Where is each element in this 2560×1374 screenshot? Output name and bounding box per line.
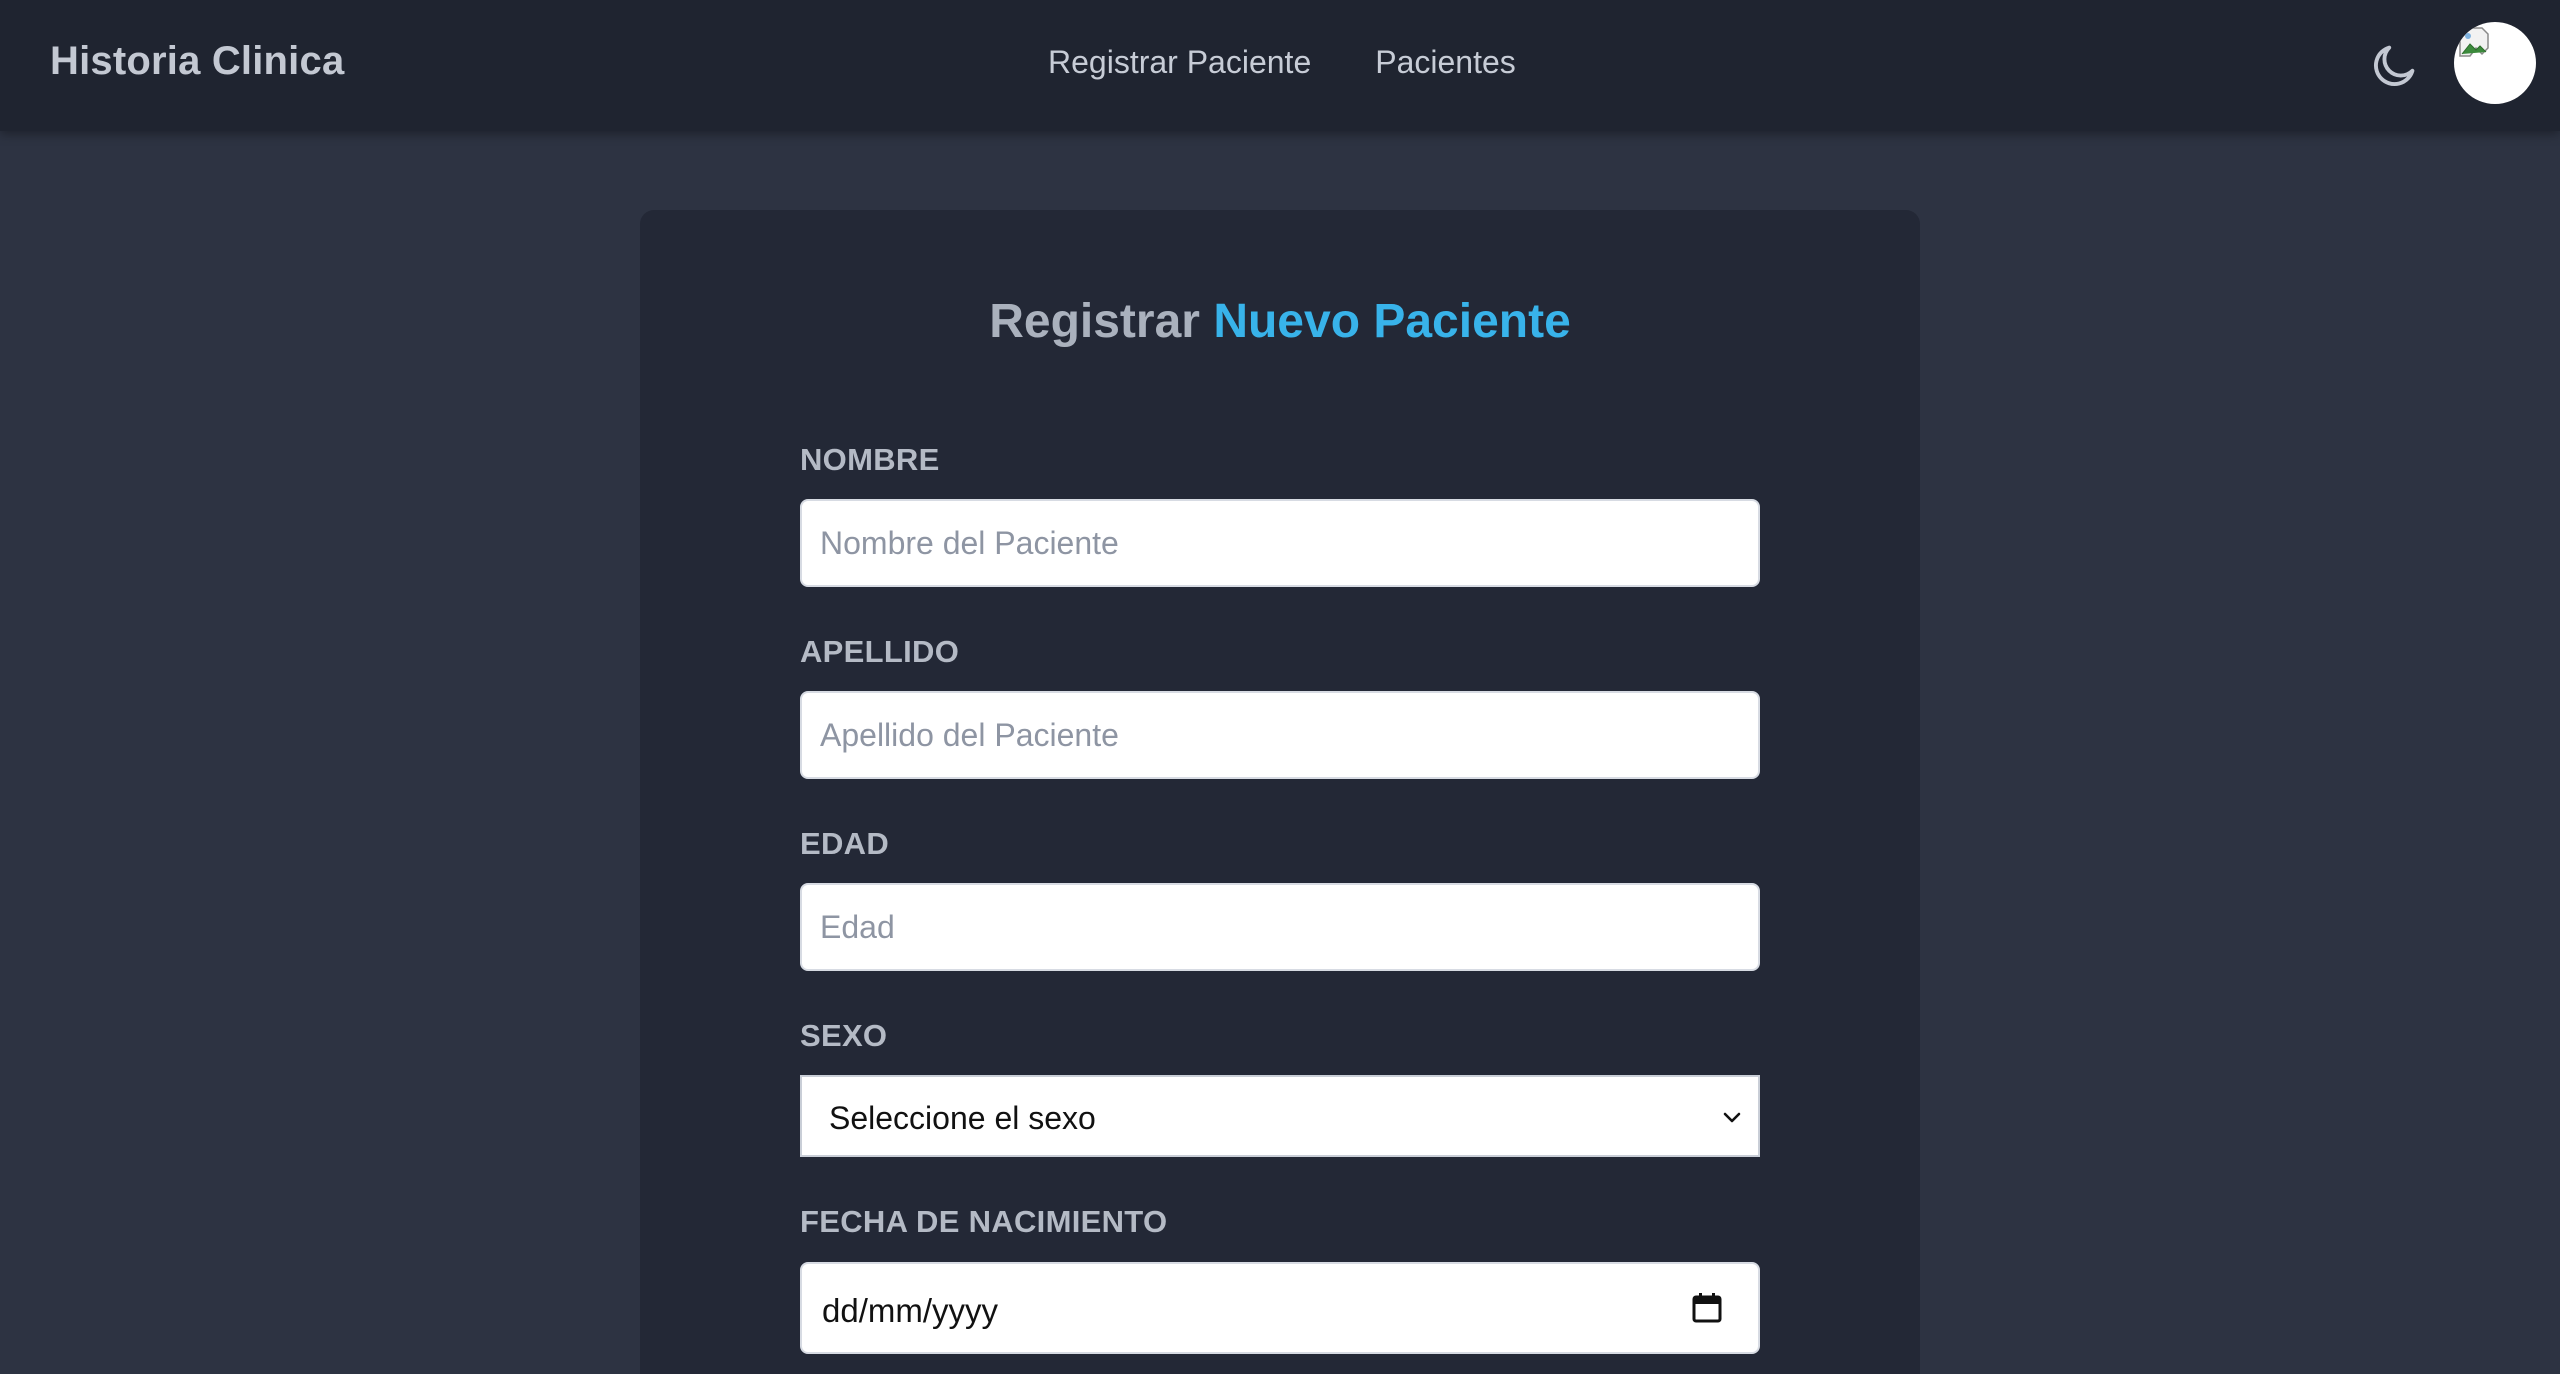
nombre-label: NOMBRE: [800, 442, 940, 477]
user-avatar[interactable]: [2454, 22, 2536, 104]
apellido-label: APELLIDO: [800, 634, 960, 669]
title-accent: Nuevo Paciente: [1213, 295, 1571, 348]
broken-image-icon: [2459, 27, 2489, 57]
sexo-selected-value: Seleccione el sexo: [829, 1100, 1096, 1136]
edad-input[interactable]: [800, 883, 1760, 971]
main-nav: Registrar Paciente Pacientes: [1048, 44, 1516, 81]
edad-label: EDAD: [800, 826, 890, 861]
sexo-select[interactable]: Seleccione el sexo: [800, 1075, 1760, 1157]
fecha-nacimiento-input[interactable]: dd/mm/yyyy: [800, 1262, 1760, 1354]
moon-icon[interactable]: [2368, 40, 2420, 92]
registration-card: [640, 210, 1920, 1374]
nav-link-pacientes[interactable]: Pacientes: [1375, 44, 1516, 81]
sexo-label: SEXO: [800, 1018, 888, 1053]
fecha-value: dd/mm/yyyy: [822, 1292, 999, 1329]
top-navbar: Historia Clinica Registrar Paciente Paci…: [0, 0, 2560, 131]
chevron-down-icon: [1723, 1112, 1741, 1123]
fecha-nacimiento-label: FECHA DE NACIMIENTO: [800, 1204, 1168, 1239]
nombre-input[interactable]: [800, 499, 1760, 587]
apellido-input[interactable]: [800, 691, 1760, 779]
title-prefix: Registrar: [989, 295, 1200, 348]
brand-title[interactable]: Historia Clinica: [50, 39, 344, 84]
calendar-icon[interactable]: [1692, 1292, 1722, 1324]
page-title: Registrar Nuevo Paciente: [0, 294, 2560, 349]
nav-link-registrar-paciente[interactable]: Registrar Paciente: [1048, 44, 1311, 81]
